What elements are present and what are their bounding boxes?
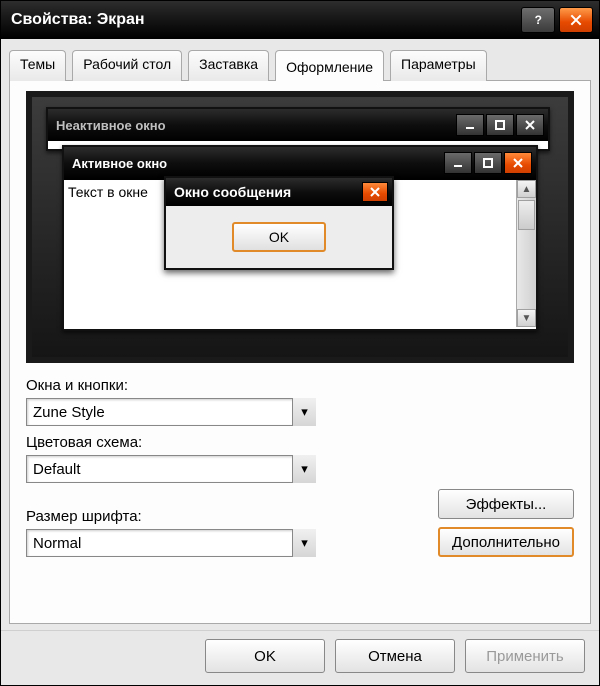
tab-appearance[interactable]: Оформление [275,50,384,81]
chevron-down-icon[interactable]: ▾ [292,529,316,557]
scroll-track [517,232,536,309]
combo-color-scheme-input[interactable] [26,455,316,483]
display-properties-window: Свойства: Экран ? Темы Рабочий стол Заст… [0,0,600,686]
help-button[interactable]: ? [521,7,555,33]
preview-active-window: Активное окно Текст в окне ▲ ▼ [62,145,538,331]
preview-msgbox-ok-label: OK [269,229,289,245]
maximize-icon [474,152,502,174]
preview-msgbox-body: OK [166,206,392,268]
maximize-icon [486,114,514,136]
tab-panel-appearance: Неактивное окно Активное окно [9,80,591,624]
preview-scrollbar: ▲ ▼ [516,180,536,327]
label-color-scheme: Цветовая схема: [26,434,574,451]
preview-inactive-title: Неактивное окно [56,118,166,133]
scroll-thumb [518,200,535,230]
ok-button[interactable]: OK [205,639,325,673]
tab-desktop[interactable]: Рабочий стол [72,50,182,81]
cancel-button[interactable]: Отмена [335,639,455,673]
label-font-size: Размер шрифта: [26,508,426,525]
effects-button-label: Эффекты... [466,496,547,513]
tab-themes[interactable]: Темы [9,50,66,81]
preview-message-box: Окно сообщения OK [164,176,394,270]
preview-inactive-titlebar: Неактивное окно [48,109,548,141]
combo-font-size[interactable]: ▾ [26,529,316,557]
theme-preview: Неактивное окно Активное окно [26,91,574,363]
advanced-button-label: Дополнительно [452,534,560,551]
minimize-icon [444,152,472,174]
preview-msgbox-titlebar: Окно сообщения [166,178,392,206]
scroll-down-icon: ▼ [517,309,536,327]
apply-button[interactable]: Применить [465,639,585,673]
cancel-button-label: Отмена [368,648,422,665]
preview-active-body: Текст в окне ▲ ▼ Окно сообщения [64,179,536,327]
preview-body-text: Текст в окне [68,184,148,200]
main-titlebar: Свойства: Экран ? [1,1,599,39]
close-icon [516,114,544,136]
minimize-icon [456,114,484,136]
preview-active-titlebar: Активное окно [64,147,536,179]
preview-msgbox-ok-button: OK [232,222,326,252]
chevron-down-icon[interactable]: ▾ [292,455,316,483]
preview-msgbox-title: Окно сообщения [174,184,291,200]
tab-screensaver[interactable]: Заставка [188,50,269,81]
combo-windows-buttons-input[interactable] [26,398,316,426]
ok-button-label: OK [254,648,276,665]
combo-color-scheme[interactable]: ▾ [26,455,316,483]
close-icon [362,182,388,202]
combo-windows-buttons[interactable]: ▾ [26,398,316,426]
advanced-button[interactable]: Дополнительно [438,527,574,557]
scroll-up-icon: ▲ [517,180,536,198]
window-title: Свойства: Экран [11,11,517,29]
close-icon [504,152,532,174]
preview-active-title: Активное окно [72,156,167,171]
tabbar: Темы Рабочий стол Заставка Оформление Па… [1,39,599,80]
dialog-footer: OK Отмена Применить [1,630,599,685]
tab-settings[interactable]: Параметры [390,50,487,81]
svg-text:?: ? [535,13,542,27]
chevron-down-icon[interactable]: ▾ [292,398,316,426]
combo-font-size-input[interactable] [26,529,316,557]
effects-button[interactable]: Эффекты... [438,489,574,519]
close-button[interactable] [559,7,593,33]
apply-button-label: Применить [486,648,564,665]
label-windows-buttons: Окна и кнопки: [26,377,574,394]
